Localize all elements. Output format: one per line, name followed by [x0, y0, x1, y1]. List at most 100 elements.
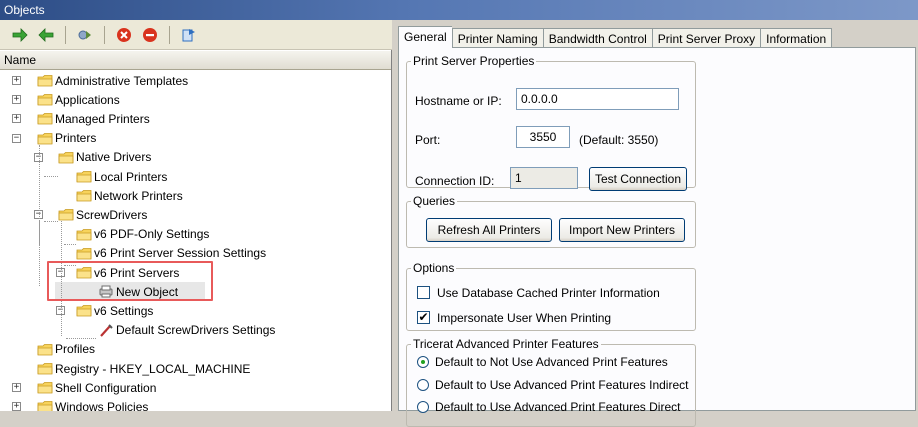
folder-icon [76, 304, 94, 317]
tree-node[interactable]: Profiles [37, 340, 95, 359]
folder-icon [37, 343, 55, 356]
remove-icon[interactable] [140, 25, 160, 45]
tree-connector-line [44, 221, 58, 222]
radio-not-use-advanced-label: Default to Not Use Advanced Print Featur… [435, 355, 668, 369]
tree-node-label: Native Drivers [76, 150, 152, 165]
import-new-printers-button[interactable]: Import New Printers [559, 218, 685, 242]
tree-node-label: Printers [55, 131, 97, 146]
folder-icon [37, 93, 55, 106]
tree-connector-line [66, 338, 96, 339]
tree-node[interactable]: v6 Print Server Session Settings [76, 244, 266, 263]
toolbar-separator [65, 25, 66, 44]
radio-not-use-advanced[interactable] [417, 356, 429, 368]
toolbar [0, 20, 392, 50]
radio-use-advanced-direct-label: Default to Use Advanced Print Features D… [435, 400, 681, 414]
tree-node[interactable]: Native Drivers [58, 148, 151, 167]
port-label: Port: [415, 133, 441, 147]
tree-expander-icon[interactable]: + [12, 402, 21, 411]
tree-node-label: Administrative Templates [55, 73, 189, 88]
folder-icon [58, 208, 76, 221]
object-tree: + Administrative Templates + Applications + M… [0, 71, 392, 411]
options-legend: Options [413, 261, 455, 275]
radio-use-advanced-direct[interactable] [417, 401, 429, 413]
tree-node-label: Profiles [55, 342, 96, 357]
tree-connector-line [39, 221, 40, 286]
tree-expander-icon[interactable]: + [12, 95, 21, 105]
test-connection-button[interactable]: Test Connection [589, 167, 687, 191]
tree-node[interactable]: Managed Printers [37, 109, 150, 128]
tab-general[interactable]: General [398, 26, 452, 50]
tree-node[interactable]: Windows Policies [37, 397, 148, 411]
tree-node[interactable]: Registry - HKEY_LOCAL_MACHINE [37, 359, 250, 378]
name-column-header[interactable]: Name [0, 51, 391, 70]
window-title: Objects [0, 0, 918, 20]
use-cached-info-label: Use Database Cached Printer Information [437, 286, 660, 300]
tree-expander-icon[interactable]: + [12, 114, 21, 124]
tree-node-label: Network Printers [94, 188, 183, 203]
impersonate-user-checkbox[interactable]: ✔ [417, 311, 430, 324]
hostname-label: Hostname or IP: [415, 94, 502, 108]
advanced-features-group: Tricerat Advanced Printer Features Defau… [406, 337, 696, 427]
folder-icon [37, 400, 55, 411]
tree-node-label: v6 PDF-Only Settings [94, 227, 210, 242]
tree-node[interactable]: Shell Configuration [37, 378, 156, 397]
use-cached-info-checkbox[interactable] [417, 286, 430, 299]
refresh-all-printers-button[interactable]: Refresh All Printers [426, 218, 552, 242]
hostname-input[interactable]: 0.0.0.0 [516, 88, 679, 110]
delete-icon[interactable] [114, 25, 134, 45]
tree-expander-icon[interactable]: + [12, 76, 21, 85]
folder-icon [58, 151, 76, 164]
tree-expander-icon[interactable]: − [12, 133, 21, 143]
print-server-properties-group: Print Server Properties Hostname or IP: … [406, 54, 696, 191]
tree-node[interactable]: Local Printers [76, 167, 167, 186]
radio-use-advanced-indirect[interactable] [417, 379, 429, 391]
folder-icon [37, 381, 55, 394]
tree-node-label: v6 Settings [94, 303, 154, 318]
port-input[interactable]: 3550 [516, 126, 570, 148]
tree-node[interactable]: v6 Settings [76, 301, 153, 320]
tree-node-label: Managed Printers [55, 111, 150, 126]
port-default-text: (Default: 3550) [579, 133, 659, 147]
connection-id-label: Connection ID: [415, 174, 495, 188]
tab-strip: General Printer Naming Bandwidth Control… [398, 26, 833, 50]
tree-node-label: ScrewDrivers [76, 207, 148, 222]
tree-connector-line [44, 176, 58, 177]
radio-use-advanced-indirect-label: Default to Use Advanced Print Features I… [435, 378, 689, 392]
tree-expander-icon[interactable]: + [12, 383, 21, 393]
queries-legend: Queries [413, 194, 456, 208]
folder-icon [37, 74, 55, 87]
folder-icon [76, 189, 94, 202]
forward-arrow-icon[interactable] [10, 25, 30, 45]
tree-node[interactable]: Printers [37, 129, 96, 148]
toolbar-separator [104, 25, 105, 44]
tree-node-label: Local Printers [94, 169, 168, 184]
connection-id-field: 1 [510, 167, 578, 189]
tree-node[interactable]: Default ScrewDrivers Settings [98, 321, 275, 340]
tree-node[interactable]: v6 PDF-Only Settings [76, 225, 209, 244]
tree-node-label: Applications [55, 92, 120, 107]
folder-icon [76, 228, 94, 241]
folder-icon [37, 112, 55, 125]
folder-icon [76, 170, 94, 183]
back-arrow-icon[interactable] [36, 25, 56, 45]
properties-icon[interactable] [179, 25, 199, 45]
tree-node-label: Registry - HKEY_LOCAL_MACHINE [55, 361, 251, 376]
settings-tool-icon [98, 323, 116, 337]
tree-node-label: Windows Policies [55, 399, 149, 411]
objects-panel: Name + Administrative Templates + Applicati… [0, 0, 392, 411]
tree-node[interactable]: Network Printers [76, 186, 183, 205]
properties-panel: General Printer Naming Bandwidth Control… [398, 20, 918, 427]
tree-node[interactable]: Administrative Templates [37, 71, 188, 90]
tree-node[interactable]: Applications [37, 90, 120, 109]
tree-connector-line [64, 244, 76, 245]
tree-node[interactable]: ScrewDrivers [58, 205, 147, 224]
annotation-highlight-box [47, 261, 213, 301]
tree-node-label: Shell Configuration [55, 380, 157, 395]
refresh-icon[interactable] [75, 25, 95, 45]
tree-node-label: Default ScrewDrivers Settings [116, 323, 276, 338]
toolbar-separator [169, 25, 170, 44]
options-group: Options Use Database Cached Printer Info… [406, 261, 696, 331]
general-tab-panel: Print Server Properties Hostname or IP: … [398, 47, 916, 427]
queries-group: Queries Refresh All Printers Import New … [406, 194, 696, 248]
impersonate-user-label: Impersonate User When Printing [437, 311, 612, 325]
